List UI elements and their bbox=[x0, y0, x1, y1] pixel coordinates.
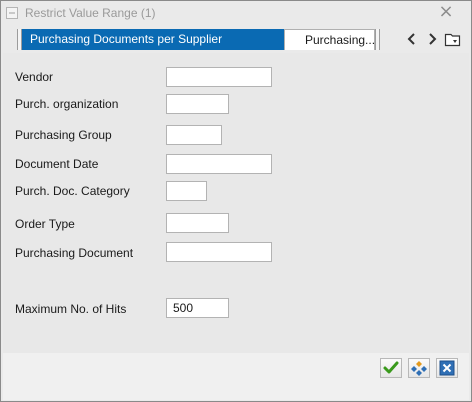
window-icon bbox=[6, 7, 18, 19]
purchasing-document-input[interactable] bbox=[166, 242, 272, 262]
purch-organization-input[interactable] bbox=[166, 94, 229, 114]
confirm-check-icon[interactable] bbox=[380, 358, 402, 378]
tab-strip: Purchasing Documents per Supplier Purcha… bbox=[3, 26, 469, 53]
purch-doc-category-input[interactable] bbox=[166, 181, 207, 201]
maximum-no-of-hits-input[interactable] bbox=[166, 298, 229, 318]
tab-purchasing[interactable]: Purchasing... bbox=[284, 29, 375, 50]
title-bar[interactable]: Restrict Value Range (1) × bbox=[1, 1, 471, 25]
chevron-right-icon[interactable] bbox=[425, 31, 439, 47]
window-title: Restrict Value Range (1) bbox=[25, 6, 156, 20]
vendor-input[interactable] bbox=[166, 67, 272, 87]
cancel-close-icon[interactable] bbox=[436, 358, 458, 378]
dialog-footer bbox=[3, 353, 469, 400]
purch-doc-category-label: Purch. Doc. Category bbox=[15, 184, 130, 198]
close-window-icon[interactable]: × bbox=[437, 3, 455, 21]
purchasing-group-input[interactable] bbox=[166, 125, 222, 145]
purchasing-group-label: Purchasing Group bbox=[15, 128, 112, 142]
vendor-label: Vendor bbox=[15, 70, 54, 84]
order-type-input[interactable] bbox=[166, 213, 229, 233]
purch-organization-label: Purch. organization bbox=[15, 97, 119, 111]
tab-purchasing-documents-per-supplier[interactable]: Purchasing Documents per Supplier bbox=[22, 29, 284, 50]
order-type-label: Order Type bbox=[15, 217, 75, 231]
chevron-left-icon[interactable] bbox=[405, 31, 419, 47]
tab-list-icon[interactable] bbox=[444, 31, 462, 47]
multiple-selection-icon[interactable] bbox=[408, 358, 430, 378]
document-date-input[interactable] bbox=[166, 154, 272, 174]
document-date-label: Document Date bbox=[15, 157, 99, 171]
tab-edge-right bbox=[375, 29, 380, 50]
maximum-no-of-hits-label: Maximum No. of Hits bbox=[15, 302, 127, 316]
restrict-value-range-dialog: Restrict Value Range (1) × Purchasing Do… bbox=[0, 0, 472, 402]
purchasing-document-label: Purchasing Document bbox=[15, 246, 134, 260]
selection-form: Vendor Purch. organization Purchasing Gr… bbox=[3, 53, 469, 353]
